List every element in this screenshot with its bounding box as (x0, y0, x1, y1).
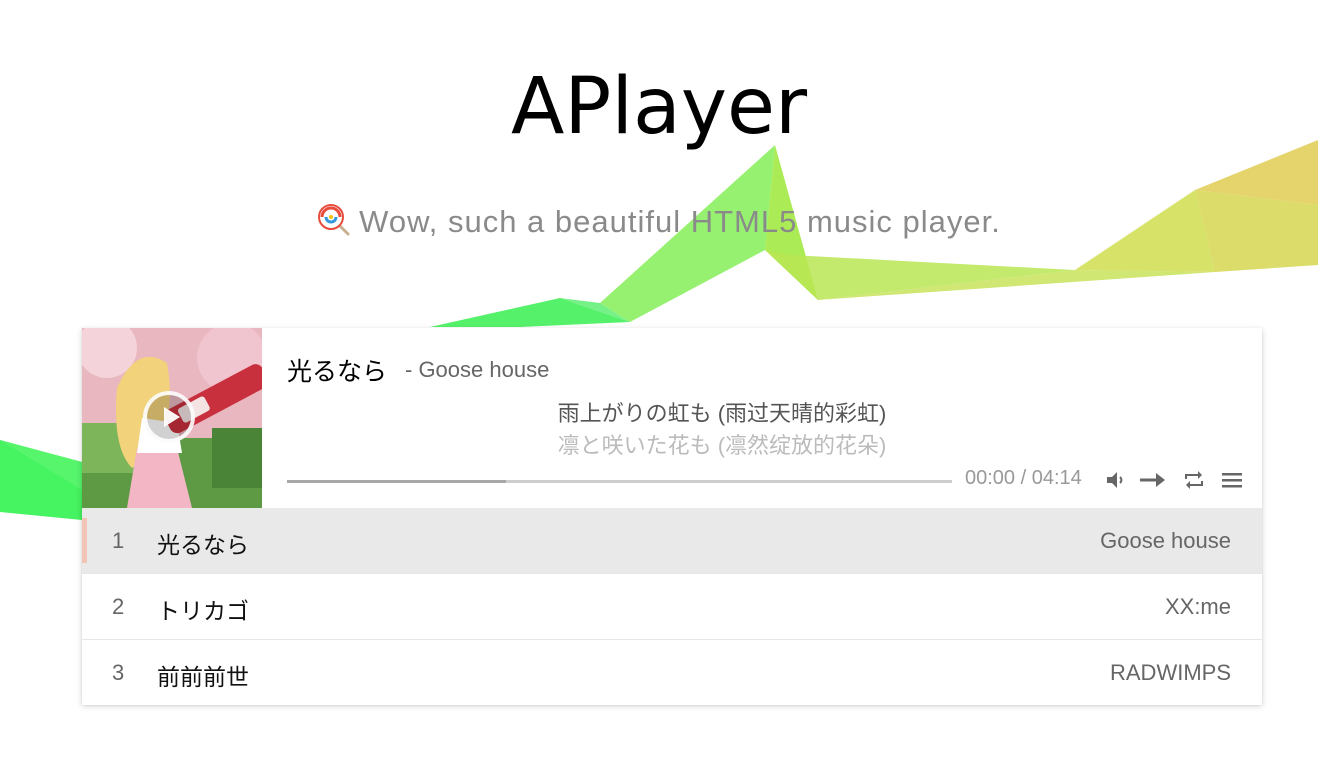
playlist-item[interactable]: 2 トリカゴ XX:me (82, 573, 1262, 639)
progress-bar[interactable] (287, 480, 952, 483)
track-artist: Goose house (1100, 528, 1231, 553)
play-button[interactable] (143, 391, 195, 443)
song-author: - Goose house (405, 357, 550, 382)
subtitle-text: Wow, such a beautiful HTML5 music player… (359, 204, 1001, 239)
playlist-item[interactable]: 3 前前前世 RADWIMPS (82, 639, 1262, 705)
track-index: 2 (112, 594, 125, 619)
track-artist: RADWIMPS (1110, 660, 1231, 685)
page: APlayer Wow, such a beautiful HTML5 musi… (0, 0, 1318, 762)
volume-icon[interactable] (1104, 468, 1128, 492)
loop-icon[interactable] (1182, 468, 1206, 492)
playlist-item[interactable]: 1 光るなら Goose house (82, 508, 1262, 573)
lyrics-panel: 雨上がりの虹も (雨过天晴的彩虹) 凛と咲いた花も (凛然绽放的花朵) (287, 398, 1157, 458)
song-title: 光るなら (287, 358, 388, 386)
progress-loaded (287, 480, 507, 483)
album-cover[interactable] (82, 328, 262, 508)
track-title: 前前前世 (157, 664, 249, 690)
active-marker (82, 518, 87, 563)
page-title: APlayer (510, 62, 808, 152)
track-title: トリカゴ (157, 598, 249, 624)
lyric-current: 雨上がりの虹も (雨过天晴的彩虹) (557, 401, 887, 426)
track-title: 光るなら (157, 532, 249, 558)
lyric-next: 凛と咲いた花も (凛然绽放的花朵) (557, 433, 887, 458)
player-info: 光るなら - Goose house 雨上がりの虹も (雨过天晴的彩虹) 凛と咲… (287, 328, 1247, 508)
playlist: 1 光るなら Goose house 2 トリカゴ XX:me 3 前前前世 R… (82, 508, 1262, 705)
track-artist: XX:me (1164, 594, 1231, 619)
track-index: 3 (112, 660, 125, 685)
track-index: 1 (112, 528, 125, 553)
music-player: 光るなら - Goose house 雨上がりの虹も (雨过天晴的彩虹) 凛と咲… (82, 328, 1262, 705)
lollipop-icon (317, 203, 351, 247)
page-subtitle: Wow, such a beautiful HTML5 music player… (0, 202, 1318, 247)
time-display: 00:00 / 04:14 (965, 467, 1082, 489)
order-icon[interactable] (1138, 468, 1168, 492)
menu-icon[interactable] (1220, 468, 1244, 492)
play-icon (164, 407, 180, 427)
